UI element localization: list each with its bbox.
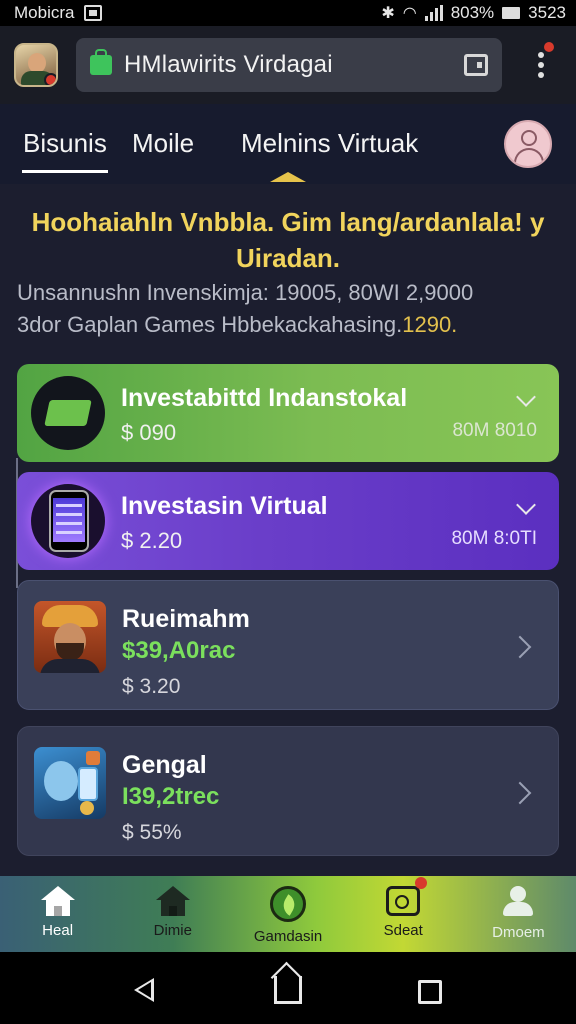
bottom-nav-label: Heal: [42, 922, 74, 939]
app-content: Bisunis Moile Melnins Virtuak Hoohaiahln…: [0, 104, 576, 876]
carrier-label: Mobicra: [14, 3, 75, 22]
user-icon: [501, 886, 535, 918]
clock: 3523: [528, 3, 566, 22]
back-icon[interactable]: [134, 978, 154, 1002]
overflow-menu-icon[interactable]: [538, 42, 554, 78]
investment-card[interactable]: Investasin Virtual $ 2.20 80M 8:0TI: [17, 472, 559, 570]
investment-card[interactable]: Gengal I39,2trec $ 55%: [17, 726, 559, 856]
house-icon: [155, 886, 190, 916]
headline: Hoohaiahln Vnbbla. Gim lang/ardanlala! y…: [10, 204, 566, 276]
chat-badge: [415, 877, 428, 889]
card-gain: $39,A0rac: [122, 637, 236, 664]
info-line-2: 3dor Gaplan Games Hbbekackahasing.1290.: [17, 312, 457, 338]
caret-up-icon: [270, 172, 306, 182]
top-nav: Bisunis Moile Melnins Virtuak: [0, 104, 576, 184]
bottom-nav: Heal Dimie Gamdasin Sdeat Dmoem: [0, 876, 576, 952]
status-bar: Mobicra ✱ ◠ 803% 3523: [0, 0, 576, 26]
notification-icon: [84, 5, 103, 21]
green-slab-icon: [31, 376, 105, 450]
lock-icon: [90, 49, 112, 75]
headline-line2: Uiradan.: [235, 243, 341, 273]
investment-card[interactable]: Rueimahm $39,A0rac $ 3.20: [17, 580, 559, 710]
tab-moile[interactable]: Moile: [132, 128, 194, 159]
url-field[interactable]: HMlawirits Virdagai: [76, 38, 502, 92]
app-avatar-icon[interactable]: [14, 43, 58, 87]
recent-apps-icon[interactable]: [418, 980, 442, 1004]
tech-portrait-icon: [34, 747, 106, 819]
profile-avatar-icon[interactable]: [504, 120, 552, 168]
card-title: Investabittd Indanstokal: [121, 384, 408, 412]
bottom-nav-dimie[interactable]: Dimie: [115, 876, 230, 952]
system-nav-bar: [0, 952, 576, 1024]
card-title: Investasin Virtual: [121, 492, 328, 520]
bottom-nav-label: Dmoem: [492, 924, 545, 941]
bottom-nav-sdeat[interactable]: Sdeat: [346, 876, 461, 952]
url-text: HMlawirits Virdagai: [124, 51, 333, 78]
card-price: $ 2.20: [121, 528, 183, 553]
bottom-nav-heal[interactable]: Heal: [0, 876, 115, 952]
tabs-icon[interactable]: [464, 54, 488, 76]
chevron-down-icon[interactable]: [516, 495, 536, 515]
home-button-icon[interactable]: [274, 976, 302, 1004]
card-price: $ 3.20: [122, 675, 181, 698]
card-title: Gengal: [122, 751, 207, 779]
bottom-nav-dmoem[interactable]: Dmoem: [461, 876, 576, 952]
card-meta: 80M 8:0TI: [451, 528, 537, 549]
card-price: $ 55%: [122, 821, 182, 844]
battery-percent: 803%: [450, 3, 495, 22]
active-tab-underline: [22, 170, 108, 173]
bottom-nav-gamdasin[interactable]: Gamdasin: [230, 876, 345, 952]
tab-bisunis[interactable]: Bisunis: [23, 128, 107, 159]
wifi-icon: ◠: [402, 5, 417, 22]
leaf-icon: [270, 886, 306, 922]
chevron-right-icon[interactable]: [508, 781, 532, 805]
signal-icon: [424, 5, 443, 21]
bottom-nav-label: Sdeat: [383, 922, 423, 939]
status-right: ✱ ◠ 803% 3523: [381, 3, 566, 23]
chevron-down-icon[interactable]: [516, 387, 536, 407]
card-meta: 80M 8010: [452, 420, 537, 441]
investment-card[interactable]: Investabittd Indanstokal $ 090 80M 8010: [17, 364, 559, 462]
avatar-badge: [44, 73, 56, 85]
chevron-right-icon[interactable]: [508, 635, 532, 659]
info-line-2-highlight: 1290.: [402, 312, 458, 337]
bottom-nav-label: Dimie: [153, 922, 192, 939]
tab-melnins-virtuak[interactable]: Melnins Virtuak: [241, 128, 418, 159]
battery-icon: [502, 7, 521, 19]
sync-icon: ✱: [381, 5, 395, 22]
card-title: Rueimahm: [122, 605, 250, 633]
browser-toolbar: HMlawirits Virdagai: [0, 26, 576, 104]
info-line-2-text: 3dor Gaplan Games Hbbekackahasing.: [17, 312, 403, 337]
card-price: $ 090: [121, 420, 177, 445]
bottom-nav-label: Gamdasin: [253, 928, 323, 945]
chat-icon: [386, 877, 428, 916]
home-icon: [40, 886, 75, 916]
headline-line1: Hoohaiahln Vnbbla. Gim lang/ardanlala! y: [31, 207, 545, 237]
man-portrait-icon: [34, 601, 106, 673]
card-gain: I39,2trec: [122, 783, 220, 810]
menu-badge: [544, 42, 554, 52]
phone-icon: [31, 484, 105, 558]
info-line-1: Unsannushn Invenskimja: 19005, 80WI 2,90…: [17, 280, 474, 305]
